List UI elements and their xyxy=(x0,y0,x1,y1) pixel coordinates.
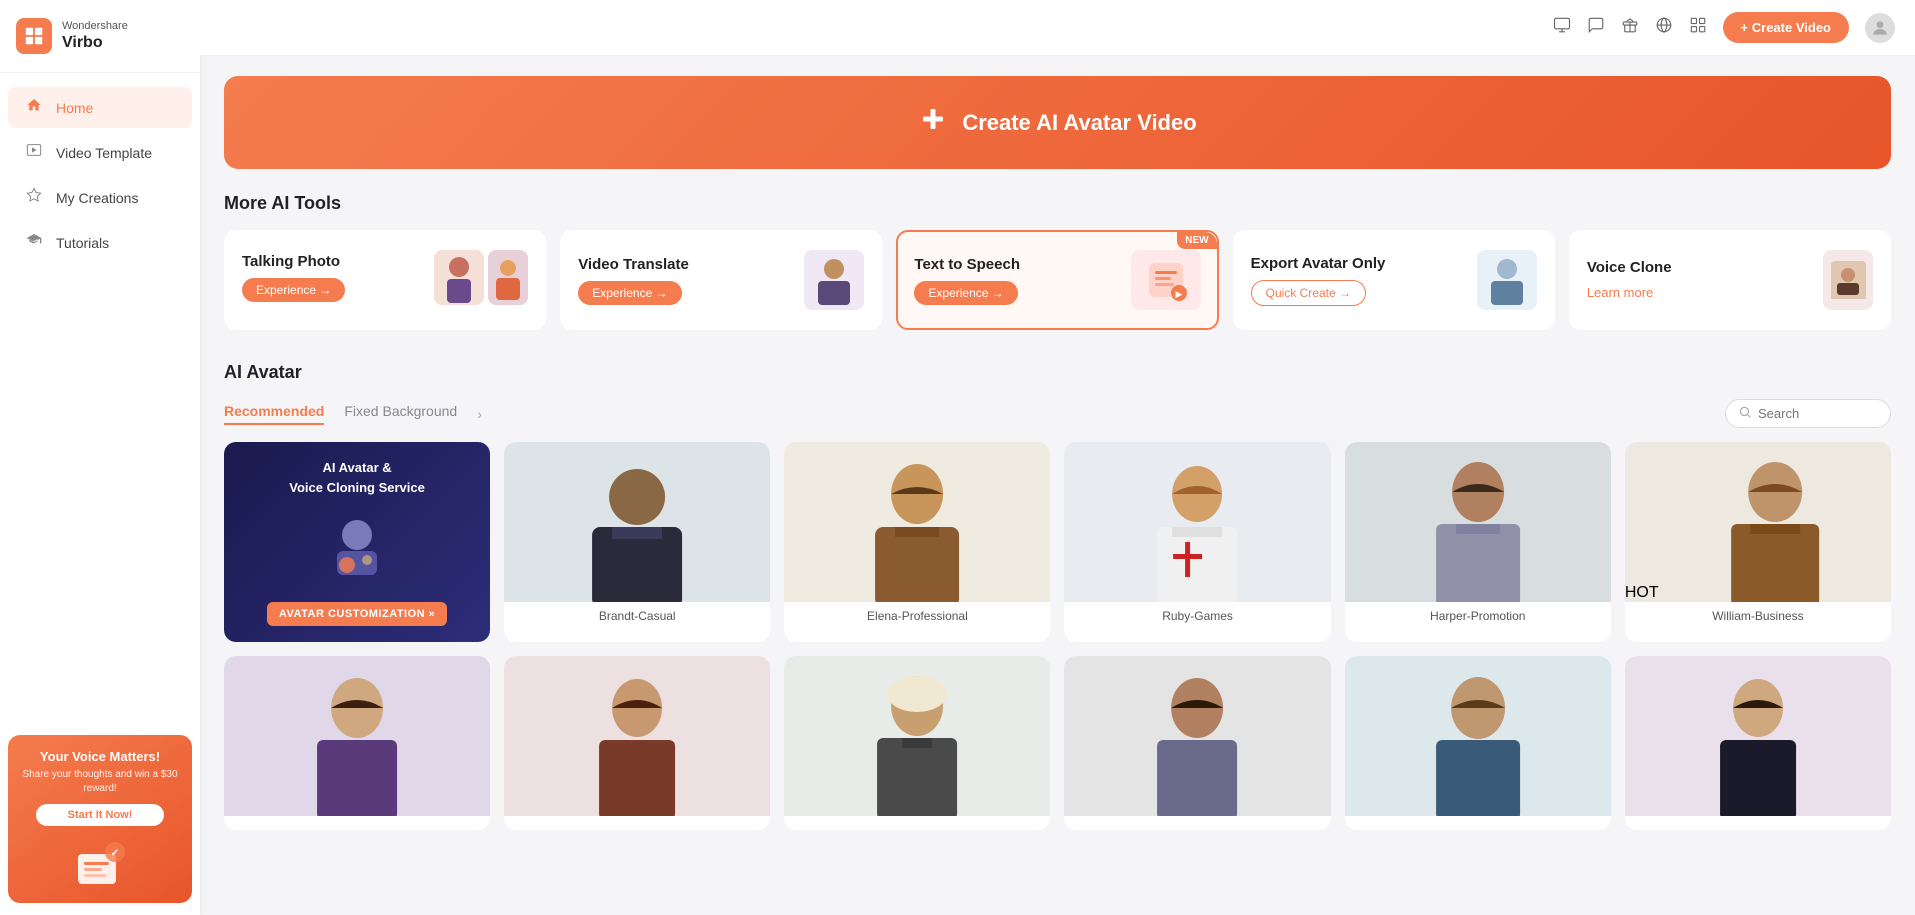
sidebar-label-tutorials: Tutorials xyxy=(56,235,109,251)
avatar-name-r2-5 xyxy=(1345,816,1611,830)
avatar-harper-img xyxy=(1345,442,1611,602)
avatar-card-r2-4[interactable] xyxy=(1064,656,1330,830)
avatar-card-brandt[interactable]: Brandt-Casual xyxy=(504,442,770,642)
globe-icon[interactable] xyxy=(1655,16,1673,39)
export-avatar-title: Export Avatar Only xyxy=(1251,255,1386,272)
logo-icon xyxy=(16,18,52,54)
hot-badge: HOT xyxy=(1625,584,1659,602)
new-badge: NEW xyxy=(1177,232,1216,249)
sidebar-nav: Home Video Template My Creations xyxy=(0,73,200,723)
monitor-icon[interactable] xyxy=(1553,16,1571,39)
avatar-name-elena: Elena-Professional xyxy=(784,602,1050,630)
message-icon[interactable] xyxy=(1587,16,1605,39)
text-to-speech-title: Text to Speech xyxy=(914,256,1020,273)
tab-fixed-background[interactable]: Fixed Background xyxy=(344,403,457,425)
avatar-card-harper[interactable]: Harper-Promotion xyxy=(1345,442,1611,642)
sidebar-item-my-creations[interactable]: My Creations xyxy=(8,177,192,218)
voice-matters-banner: Your Voice Matters! Share your thoughts … xyxy=(8,735,192,903)
avatar-brandt-img xyxy=(504,442,770,602)
avatar-promo-card[interactable]: AI Avatar &Voice Cloning Service AVATAR … xyxy=(224,442,490,642)
promo-illustration xyxy=(317,515,397,585)
tutorials-icon xyxy=(24,232,44,253)
text-to-speech-card[interactable]: NEW Text to Speech Experience → xyxy=(896,230,1218,330)
sidebar-item-tutorials[interactable]: Tutorials xyxy=(8,222,192,263)
home-icon xyxy=(24,97,44,118)
avatar-search-box xyxy=(1725,399,1891,428)
more-ai-tools-title: More AI Tools xyxy=(224,193,1891,214)
avatar-card-r2-2[interactable] xyxy=(504,656,770,830)
voice-banner-title: Your Voice Matters! xyxy=(20,749,180,764)
promo-customization-button[interactable]: AVATAR CUSTOMIZATION » xyxy=(267,602,447,626)
avatar-william-img xyxy=(1659,442,1891,602)
gift-icon[interactable] xyxy=(1621,16,1639,39)
voice-banner-button[interactable]: Start It Now! xyxy=(36,804,164,826)
svg-text:✓: ✓ xyxy=(111,848,119,859)
avatar-grid: AI Avatar &Voice Cloning Service AVATAR … xyxy=(224,442,1891,642)
sidebar-item-home[interactable]: Home xyxy=(8,87,192,128)
avatar-grid-row2 xyxy=(224,656,1891,830)
avatar-name-ruby: Ruby-Games xyxy=(1064,602,1330,630)
sidebar: Wondershare Virbo Home Video Template xyxy=(0,0,200,915)
avatar-name-r2-6 xyxy=(1625,816,1891,830)
avatar-card-r2-6[interactable] xyxy=(1625,656,1891,830)
page-content: Create AI Avatar Video More AI Tools Tal… xyxy=(200,56,1915,850)
grid-icon[interactable] xyxy=(1689,16,1707,39)
create-video-button[interactable]: + Create Video xyxy=(1723,12,1849,43)
search-input[interactable] xyxy=(1758,406,1878,421)
sidebar-logo: Wondershare Virbo xyxy=(0,0,200,73)
export-avatar-button[interactable]: Quick Create → xyxy=(1251,280,1366,306)
avatar-card-william[interactable]: HOT William-Business xyxy=(1625,442,1891,642)
video-translate-title: Video Translate xyxy=(578,256,689,273)
sidebar-label-video-template: Video Template xyxy=(56,145,152,161)
avatar-card-r2-5[interactable] xyxy=(1345,656,1611,830)
tabs-arrow[interactable]: › xyxy=(477,406,482,422)
talking-photo-title: Talking Photo xyxy=(242,253,345,270)
voice-clone-learn-more[interactable]: Learn more xyxy=(1587,285,1653,300)
hero-plus-icon xyxy=(918,104,948,141)
avatar-card-elena[interactable]: Elena-Professional xyxy=(784,442,1050,642)
avatar-name-harper: Harper-Promotion xyxy=(1345,602,1611,630)
brand-name: Virbo xyxy=(62,33,128,52)
avatar-name-r2-2 xyxy=(504,816,770,830)
my-creations-icon xyxy=(24,187,44,208)
avatar-card-r2-1[interactable] xyxy=(224,656,490,830)
avatar-name-william: William-Business xyxy=(1625,602,1891,630)
talking-photo-button[interactable]: Experience → xyxy=(242,278,345,302)
main-content: + Create Video Create AI Avatar Video Mo… xyxy=(200,0,1915,915)
svg-text:▶: ▶ xyxy=(1175,289,1182,299)
avatar-ruby-img xyxy=(1064,442,1330,602)
logo-text: Wondershare Virbo xyxy=(62,20,128,52)
topbar: + Create Video xyxy=(200,0,1915,56)
talking-photo-card[interactable]: Talking Photo Experience → xyxy=(224,230,546,330)
voice-banner-desc: Share your thoughts and win a $30 reward… xyxy=(20,768,180,796)
hero-title: Create AI Avatar Video xyxy=(962,110,1196,136)
search-icon xyxy=(1738,405,1752,422)
avatar-elena-img xyxy=(784,442,1050,602)
sidebar-label-my-creations: My Creations xyxy=(56,190,138,206)
avatar-section-header: Recommended Fixed Background › xyxy=(224,399,1891,428)
ai-tools-row: Talking Photo Experience → xyxy=(224,230,1891,334)
user-avatar[interactable] xyxy=(1865,13,1895,43)
avatar-card-ruby[interactable]: Ruby-Games xyxy=(1064,442,1330,642)
text-to-speech-button[interactable]: Experience → xyxy=(914,281,1017,305)
avatar-name-r2-1 xyxy=(224,816,490,830)
sidebar-item-video-template[interactable]: Video Template xyxy=(8,132,192,173)
video-translate-card[interactable]: Video Translate Experience → xyxy=(560,230,882,330)
tab-recommended[interactable]: Recommended xyxy=(224,403,324,425)
voice-banner-illustration: ✓ xyxy=(70,834,130,889)
video-translate-button[interactable]: Experience → xyxy=(578,281,681,305)
voice-clone-title: Voice Clone xyxy=(1587,259,1672,276)
video-template-icon xyxy=(24,142,44,163)
avatar-name-r2-4 xyxy=(1064,816,1330,830)
ai-avatar-title: AI Avatar xyxy=(224,362,1891,383)
create-ai-avatar-banner[interactable]: Create AI Avatar Video xyxy=(224,76,1891,169)
voice-clone-card[interactable]: Voice Clone Learn more xyxy=(1569,230,1891,330)
avatar-name-brandt: Brandt-Casual xyxy=(504,602,770,630)
brand-top: Wondershare xyxy=(62,20,128,33)
sidebar-label-home: Home xyxy=(56,100,93,116)
promo-card-title: AI Avatar &Voice Cloning Service xyxy=(240,458,474,497)
avatar-name-r2-3 xyxy=(784,816,1050,830)
avatar-card-r2-3[interactable] xyxy=(784,656,1050,830)
export-avatar-card[interactable]: Export Avatar Only Quick Create → xyxy=(1233,230,1555,330)
